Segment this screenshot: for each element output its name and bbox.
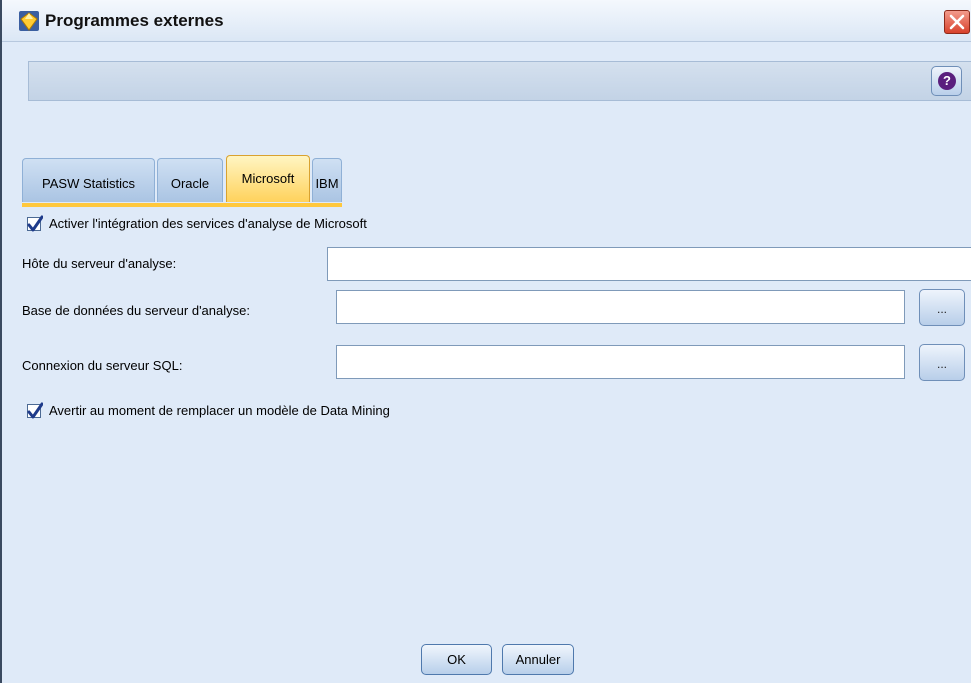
- diamond-icon: [19, 11, 39, 31]
- warn-replace-row[interactable]: Avertir au moment de remplacer un modèle…: [27, 402, 390, 418]
- warn-replace-label: Avertir au moment de remplacer un modèle…: [49, 403, 390, 418]
- enable-integration-row[interactable]: Activer l'intégration des services d'ana…: [27, 215, 367, 231]
- enable-integration-label: Activer l'intégration des services d'ana…: [49, 216, 367, 231]
- tab-microsoft[interactable]: Microsoft: [226, 155, 310, 202]
- toolbar: [28, 61, 971, 101]
- analysis-host-field[interactable]: [327, 247, 971, 281]
- analysis-db-browse-button[interactable]: ...: [919, 289, 965, 326]
- tab-underline: [22, 203, 342, 207]
- sql-connection-label: Connexion du serveur SQL:: [22, 358, 183, 373]
- sql-connection-browse-button[interactable]: ...: [919, 344, 965, 381]
- close-icon: [949, 14, 965, 30]
- help-icon: ?: [938, 72, 956, 90]
- window-title: Programmes externes: [45, 11, 224, 30]
- warn-replace-checkbox[interactable]: [27, 402, 43, 418]
- close-button[interactable]: [944, 10, 970, 34]
- sql-connection-field[interactable]: [336, 345, 905, 379]
- cancel-button[interactable]: Annuler: [502, 644, 574, 675]
- ok-button[interactable]: OK: [421, 644, 492, 675]
- enable-integration-checkbox[interactable]: [27, 215, 43, 231]
- tab-oracle[interactable]: Oracle: [157, 158, 223, 202]
- help-button[interactable]: ?: [931, 66, 962, 96]
- analysis-db-field[interactable]: [336, 290, 905, 324]
- checkmark-icon: [27, 402, 43, 418]
- checkmark-icon: [27, 215, 43, 231]
- dialog-window: Programmes externes ? PASW Statistics Or…: [0, 0, 971, 683]
- analysis-db-label: Base de données du serveur d'analyse:: [22, 303, 250, 318]
- analysis-host-label: Hôte du serveur d'analyse:: [22, 256, 177, 271]
- title-bar[interactable]: Programmes externes: [2, 0, 971, 42]
- tab-pasw-statistics[interactable]: PASW Statistics: [22, 158, 155, 202]
- tab-ibm[interactable]: IBM: [312, 158, 342, 202]
